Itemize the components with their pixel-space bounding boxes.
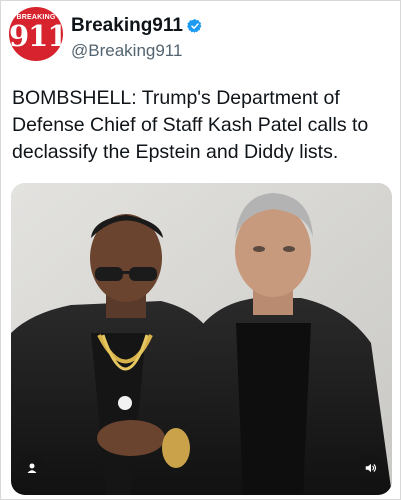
media-user-tag-button[interactable] bbox=[19, 455, 45, 481]
speaker-icon bbox=[365, 463, 377, 473]
user-icon bbox=[27, 463, 37, 473]
avatar[interactable]: BREAKING 911 bbox=[9, 7, 63, 61]
name-row: Breaking911 bbox=[71, 15, 203, 37]
tweet-media-image[interactable] bbox=[11, 183, 392, 495]
avatar-number-text: 911 bbox=[9, 19, 63, 53]
media-sound-button[interactable] bbox=[358, 455, 384, 481]
tweet-text: BOMBSHELL: Trump's Department of Defense… bbox=[12, 87, 369, 163]
tweet-header: BREAKING 911 Breaking911 @Breaking911 bbox=[9, 7, 389, 65]
tweet-card: BREAKING 911 Breaking911 @Breaking911 BO… bbox=[0, 0, 401, 500]
media-illustration bbox=[11, 183, 392, 495]
handle[interactable]: @Breaking911 bbox=[71, 41, 182, 61]
display-name[interactable]: Breaking911 bbox=[71, 15, 183, 37]
verified-badge-icon bbox=[187, 19, 202, 33]
